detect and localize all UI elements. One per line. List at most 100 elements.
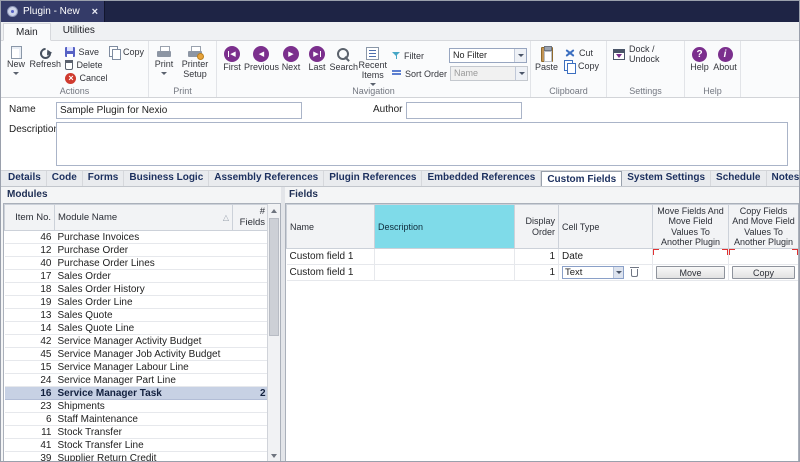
module-item-no-cell[interactable]: 42 xyxy=(5,335,55,348)
module-item-no-cell[interactable]: 40 xyxy=(5,257,55,270)
module-field-count-cell[interactable] xyxy=(233,296,269,309)
module-field-count-cell[interactable] xyxy=(233,439,269,452)
field-name-cell[interactable]: Custom field 1 xyxy=(287,249,375,265)
ribbon-tab-utilities[interactable]: Utilities xyxy=(51,22,107,40)
fields-col-cell-type[interactable]: Cell Type xyxy=(559,205,653,249)
module-row[interactable]: 23Shipments xyxy=(5,400,269,413)
module-item-no-cell[interactable]: 41 xyxy=(5,439,55,452)
move-fields-button[interactable]: Move xyxy=(656,266,725,279)
module-name-cell[interactable]: Shipments xyxy=(55,400,233,413)
dock-undock-button[interactable]: Dock / Undock xyxy=(609,45,682,63)
module-field-count-cell[interactable] xyxy=(233,374,269,387)
modules-col-module-name[interactable]: Module Name xyxy=(55,205,233,231)
module-field-count-cell[interactable] xyxy=(233,348,269,361)
last-button[interactable]: Last xyxy=(304,43,330,85)
module-row[interactable]: 17Sales Order xyxy=(5,270,269,283)
module-row[interactable]: 6Staff Maintenance xyxy=(5,413,269,426)
module-name-cell[interactable]: Service Manager Activity Budget xyxy=(55,335,233,348)
tab-assembly-references[interactable]: Assembly References xyxy=(209,170,324,186)
printer-setup-button[interactable]: Printer Setup xyxy=(177,43,213,85)
fields-col-name[interactable]: Name xyxy=(287,205,375,249)
delete-button[interactable]: Delete xyxy=(63,59,146,71)
description-input[interactable] xyxy=(56,122,788,166)
scroll-down-icon[interactable] xyxy=(268,449,281,462)
module-row[interactable]: 11Stock Transfer xyxy=(5,426,269,439)
module-name-cell[interactable]: Supplier Return Credit xyxy=(55,452,233,462)
module-row[interactable]: 18Sales Order History xyxy=(5,283,269,296)
next-button[interactable]: Next xyxy=(278,43,304,85)
chevron-down-icon[interactable] xyxy=(514,49,526,62)
module-row[interactable]: 24Service Manager Part Line xyxy=(5,374,269,387)
field-copy-cell[interactable] xyxy=(729,249,799,265)
module-name-cell[interactable]: Sales Quote xyxy=(55,309,233,322)
module-field-count-cell[interactable] xyxy=(233,322,269,335)
module-field-count-cell[interactable] xyxy=(233,270,269,283)
module-field-count-cell[interactable] xyxy=(233,309,269,322)
chevron-down-icon[interactable] xyxy=(613,267,623,278)
module-name-cell[interactable]: Sales Quote Line xyxy=(55,322,233,335)
module-field-count-cell[interactable] xyxy=(233,283,269,296)
module-field-count-cell[interactable] xyxy=(233,335,269,348)
first-button[interactable]: First xyxy=(219,43,245,85)
cell-type-combo[interactable]: Text xyxy=(562,266,624,279)
module-name-cell[interactable]: Purchase Invoices xyxy=(55,231,233,244)
module-field-count-cell[interactable] xyxy=(233,413,269,426)
close-tab-button[interactable]: × xyxy=(92,6,98,18)
fields-col-copy[interactable]: Copy Fields And Move Field Values To Ano… xyxy=(729,205,799,249)
module-item-no-cell[interactable]: 24 xyxy=(5,374,55,387)
ribbon-tab-main[interactable]: Main xyxy=(3,23,51,41)
author-input[interactable] xyxy=(406,102,522,119)
chevron-down-icon[interactable] xyxy=(515,67,527,80)
module-name-cell[interactable]: Sales Order xyxy=(55,270,233,283)
module-field-count-cell[interactable] xyxy=(233,452,269,462)
module-row[interactable]: 13Sales Quote xyxy=(5,309,269,322)
module-name-cell[interactable]: Purchase Order xyxy=(55,244,233,257)
name-input[interactable] xyxy=(56,102,302,119)
tab-business-logic[interactable]: Business Logic xyxy=(124,170,209,186)
paste-button[interactable]: Paste xyxy=(533,43,560,85)
copy-fields-button[interactable]: Copy xyxy=(732,266,795,279)
new-button[interactable]: New xyxy=(3,43,29,85)
refresh-button[interactable]: Refresh xyxy=(29,43,61,85)
module-item-no-cell[interactable]: 45 xyxy=(5,348,55,361)
module-item-no-cell[interactable]: 19 xyxy=(5,296,55,309)
tab-plugin-references[interactable]: Plugin References xyxy=(324,170,422,186)
module-row[interactable]: 19Sales Order Line xyxy=(5,296,269,309)
module-row[interactable]: 41Stock Transfer Line xyxy=(5,439,269,452)
module-name-cell[interactable]: Service Manager Labour Line xyxy=(55,361,233,374)
module-field-count-cell[interactable] xyxy=(233,400,269,413)
previous-button[interactable]: Previous xyxy=(245,43,278,85)
module-name-cell[interactable]: Service Manager Part Line xyxy=(55,374,233,387)
module-item-no-cell[interactable]: 13 xyxy=(5,309,55,322)
module-field-count-cell[interactable] xyxy=(233,361,269,374)
module-item-no-cell[interactable]: 14 xyxy=(5,322,55,335)
module-name-cell[interactable]: Stock Transfer Line xyxy=(55,439,233,452)
module-row[interactable]: 16Service Manager Task2 xyxy=(5,387,269,400)
module-row[interactable]: 40Purchase Order Lines xyxy=(5,257,269,270)
module-row[interactable]: 45Service Manager Job Activity Budget xyxy=(5,348,269,361)
field-description-cell[interactable] xyxy=(375,249,515,265)
module-item-no-cell[interactable]: 23 xyxy=(5,400,55,413)
module-field-count-cell[interactable]: 2 xyxy=(233,387,269,400)
module-name-cell[interactable]: Staff Maintenance xyxy=(55,413,233,426)
module-item-no-cell[interactable]: 12 xyxy=(5,244,55,257)
fields-col-display-order[interactable]: Display Order xyxy=(515,205,559,249)
module-row[interactable]: 12Purchase Order xyxy=(5,244,269,257)
field-display-order-cell[interactable]: 1 xyxy=(515,265,559,281)
module-item-no-cell[interactable]: 11 xyxy=(5,426,55,439)
tab-notes[interactable]: Notes xyxy=(767,170,800,186)
module-item-no-cell[interactable]: 18 xyxy=(5,283,55,296)
field-display-order-cell[interactable]: 1 xyxy=(515,249,559,265)
module-row[interactable]: 46Purchase Invoices xyxy=(5,231,269,244)
scroll-up-icon[interactable] xyxy=(268,204,281,217)
module-name-cell[interactable]: Service Manager Task xyxy=(55,387,233,400)
module-row[interactable]: 42Service Manager Activity Budget xyxy=(5,335,269,348)
scrollbar-thumb[interactable] xyxy=(269,218,279,336)
module-name-cell[interactable]: Sales Order Line xyxy=(55,296,233,309)
tab-details[interactable]: Details xyxy=(3,170,47,186)
save-button[interactable]: Save xyxy=(63,46,101,58)
module-item-no-cell[interactable]: 15 xyxy=(5,361,55,374)
cut-button[interactable]: Cut xyxy=(562,47,601,59)
module-item-no-cell[interactable]: 39 xyxy=(5,452,55,462)
recent-items-button[interactable]: Recent Items xyxy=(358,43,388,85)
